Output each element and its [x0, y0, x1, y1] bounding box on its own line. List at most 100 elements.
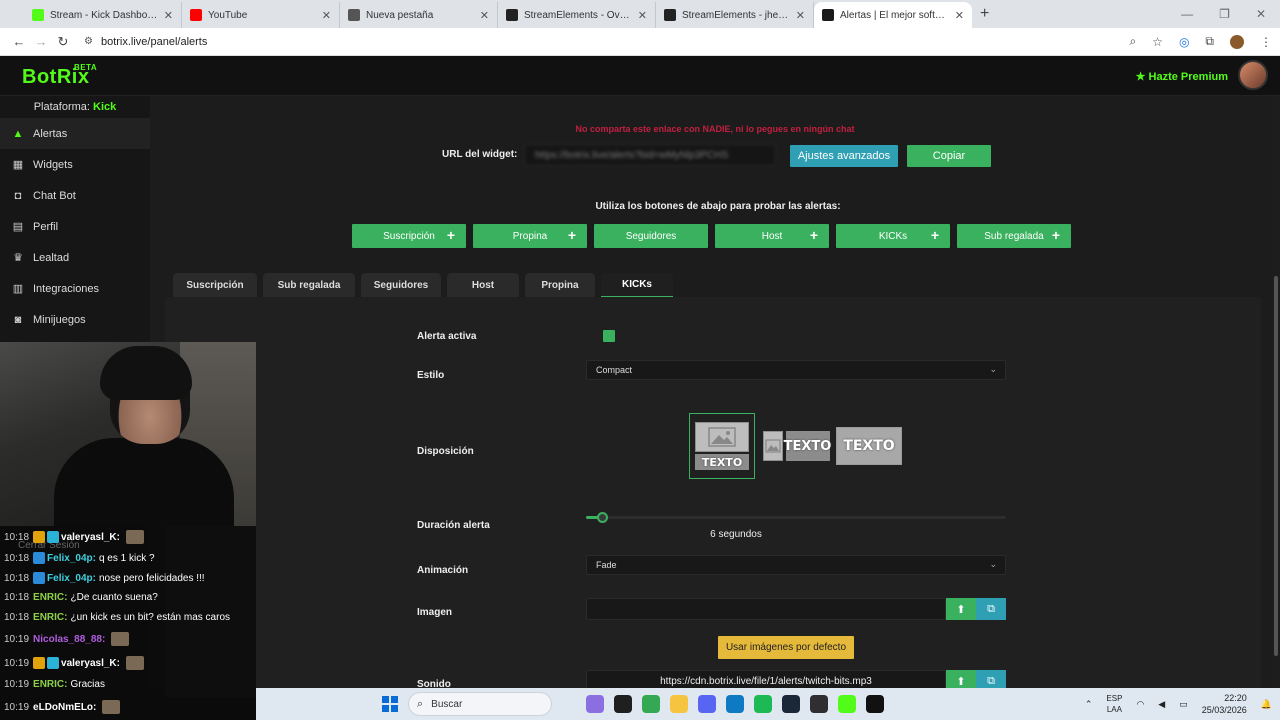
user-avatar[interactable] — [1238, 60, 1268, 90]
forward-icon[interactable]: → — [30, 34, 52, 49]
tab-host[interactable]: Host — [447, 273, 519, 297]
zoom-icon[interactable]: ⌕ — [1129, 34, 1136, 49]
tab-propina[interactable]: Propina — [525, 273, 595, 297]
sidebar-item-alertas[interactable]: ▲ Alertas — [0, 118, 150, 149]
page-scrollbar[interactable] — [1272, 96, 1280, 688]
chat-username[interactable]: Felix_04p: — [47, 553, 96, 564]
close-tab-icon[interactable]: ✕ — [164, 9, 173, 22]
test-host-button[interactable]: Host + — [715, 224, 829, 248]
sidebar-item-minijuegos[interactable]: ◙ Minijuegos — [0, 304, 150, 335]
alert-active-checkbox[interactable] — [603, 330, 615, 342]
test-sub-regalada-button[interactable]: Sub regalada + — [957, 224, 1071, 248]
copy-button[interactable]: Copiar — [907, 145, 991, 167]
test-kicks-button[interactable]: KICKs + — [836, 224, 950, 248]
browser-tab[interactable]: StreamElements - jhesscc ✕ — [656, 2, 814, 28]
wifi-icon[interactable]: ◠ — [1136, 699, 1144, 710]
site-info-icon[interactable]: ⚙ — [84, 36, 93, 47]
chat-username[interactable]: valeryasl_K: — [61, 532, 120, 543]
browser-tab[interactable]: YouTube ✕ — [182, 2, 340, 28]
image-input[interactable] — [586, 598, 946, 620]
maximize-icon[interactable]: ❐ — [1219, 7, 1230, 21]
sidebar-item-lealtad[interactable]: ♛ Lealtad — [0, 242, 150, 273]
sidebar-item-perfil[interactable]: ▤ Perfil — [0, 211, 150, 242]
minimize-icon[interactable]: — — [1181, 7, 1193, 21]
test-suscripción-button[interactable]: Suscripción + — [352, 224, 466, 248]
tray-chevron-icon[interactable]: ⌃ — [1085, 699, 1093, 710]
obs-icon[interactable] — [810, 695, 828, 713]
volume-icon[interactable]: ◀ — [1158, 699, 1165, 710]
scrollbar-thumb[interactable] — [1274, 276, 1278, 656]
browser-tab[interactable]: StreamElements - Overlays ✕ — [498, 2, 656, 28]
premium-link[interactable]: ★ Hazte Premium — [1136, 70, 1228, 83]
layout-option-horizontal[interactable]: TEXTO — [762, 429, 831, 463]
browser-tab[interactable]: Stream - Kick Dashboard ✕ — [24, 2, 182, 28]
battery-icon[interactable]: ▭ — [1179, 699, 1188, 710]
tab-sub-regalada[interactable]: Sub regalada — [263, 273, 355, 297]
botrix-logo[interactable]: BotRix BETA — [22, 63, 97, 89]
animation-select[interactable]: Fade ⌄ — [586, 555, 1006, 575]
edge-icon[interactable] — [726, 695, 744, 713]
duration-slider-handle[interactable] — [596, 512, 608, 523]
new-tab-icon[interactable]: + — [980, 2, 989, 28]
chat-username[interactable]: valeryasl_K: — [61, 658, 120, 669]
reload-icon[interactable]: ↻ — [52, 34, 74, 50]
system-clock[interactable]: 22:20 25/03/2026 — [1202, 692, 1247, 716]
close-window-icon[interactable]: ✕ — [1256, 7, 1266, 21]
close-tab-icon[interactable]: ✕ — [955, 9, 964, 22]
tab-seguidores[interactable]: Seguidores — [361, 273, 441, 297]
plus-icon: + — [930, 227, 940, 243]
upload-image-button[interactable]: ⬆ — [946, 598, 976, 620]
notifications-icon[interactable]: 🔔 — [1261, 699, 1272, 710]
chat-username[interactable]: Nicolas_88_88: — [33, 634, 105, 645]
sidebar-item-chat-bot[interactable]: ◘ Chat Bot — [0, 180, 150, 211]
back-icon[interactable]: ← — [8, 34, 30, 49]
copilot-icon[interactable] — [586, 695, 604, 713]
style-select[interactable]: Compact ⌄ — [586, 360, 1006, 380]
test-button-label: Sub regalada — [984, 230, 1044, 242]
kick-icon[interactable] — [838, 695, 856, 713]
task-view-icon[interactable] — [614, 695, 632, 713]
test-propina-button[interactable]: Propina + — [473, 224, 587, 248]
close-tab-icon[interactable]: ✕ — [322, 9, 331, 22]
language-indicator[interactable]: ESP LAA — [1106, 693, 1122, 715]
test-seguidores-button[interactable]: Seguidores+ — [594, 224, 708, 248]
extension-icon[interactable]: ◎ — [1179, 35, 1189, 49]
tab-kicks[interactable]: KICKs — [601, 273, 673, 297]
browser-tab[interactable]: Alertas | El mejor software para ✕ — [814, 2, 972, 28]
profile-avatar[interactable] — [1230, 34, 1244, 49]
app-icon[interactable] — [866, 695, 884, 713]
spotify-icon[interactable] — [754, 695, 772, 713]
sidebar-item-integraciones[interactable]: ▥ Integraciones — [0, 273, 150, 304]
layout-option-vertical[interactable]: TEXTO — [689, 413, 755, 479]
chat-username[interactable]: ENRIC: — [33, 612, 67, 623]
windows-start-icon[interactable] — [382, 696, 398, 712]
sidebar-item-widgets[interactable]: ▦ Widgets — [0, 149, 150, 180]
close-tab-icon[interactable]: ✕ — [796, 9, 805, 22]
image-library-button[interactable]: ⧉ — [976, 598, 1006, 620]
close-tab-icon[interactable]: ✕ — [638, 9, 647, 22]
extensions-puzzle-icon[interactable]: ⧉ — [1205, 34, 1214, 49]
taskbar-search[interactable]: ⌕ Buscar — [408, 692, 552, 716]
widget-url-input[interactable]: https://botrix.live/alerts?bid=wMyNlp3PC… — [524, 144, 776, 166]
browser-tab[interactable]: Nueva pestaña ✕ — [340, 2, 498, 28]
chat-username[interactable]: ENRIC: — [33, 679, 67, 690]
use-default-images-button[interactable]: Usar imágenes por defecto — [718, 636, 854, 659]
chat-username[interactable]: ENRIC: — [33, 592, 67, 603]
tab-suscripción[interactable]: Suscripción — [173, 273, 257, 297]
browser-menu-icon[interactable]: ⋮ — [1260, 35, 1272, 49]
duration-slider[interactable] — [586, 512, 1006, 523]
close-tab-icon[interactable]: ✕ — [480, 9, 489, 22]
sidebar-item-label: Minijuegos — [33, 313, 86, 326]
file-explorer-icon[interactable] — [670, 695, 688, 713]
advanced-settings-button[interactable]: Ajustes avanzados — [790, 145, 898, 167]
browser-tab-title: Stream - Kick Dashboard — [50, 9, 160, 21]
steam-icon[interactable] — [782, 695, 800, 713]
chrome-icon[interactable] — [642, 695, 660, 713]
platform-label: Plataforma: — [33, 101, 90, 113]
chat-username[interactable]: Felix_04p: — [47, 573, 96, 584]
layout-option-overlay[interactable]: TEXTO — [836, 427, 902, 465]
chat-username[interactable]: eLDoNmELo: — [33, 702, 96, 713]
url-field[interactable]: ⚙ botrix.live/panel/alerts — [84, 36, 1129, 48]
bookmark-star-icon[interactable]: ☆ — [1152, 35, 1163, 49]
discord-icon[interactable] — [698, 695, 716, 713]
